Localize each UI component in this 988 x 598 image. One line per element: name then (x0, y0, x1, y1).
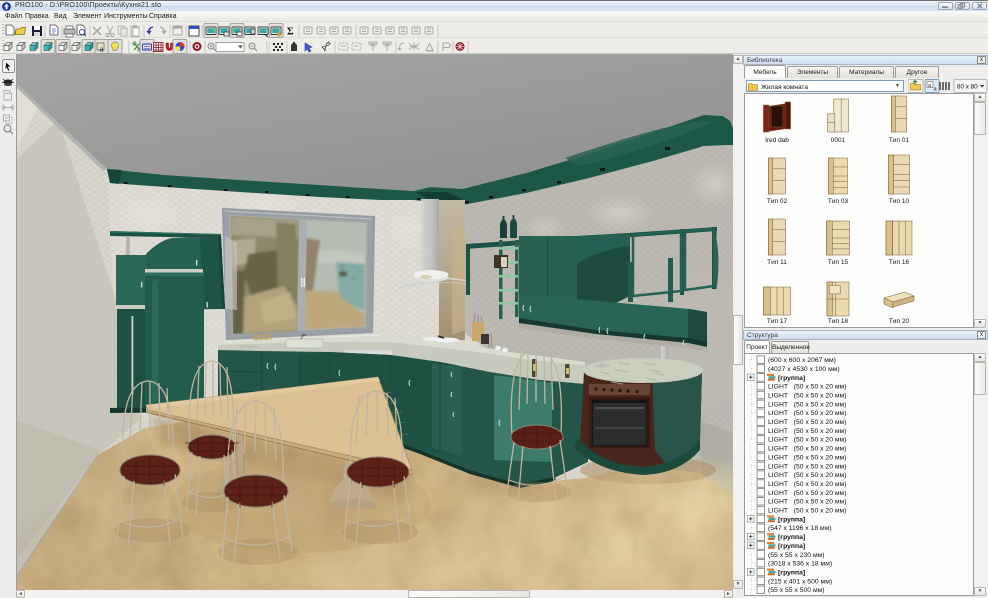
svg-text:Tип 03: Tип 03 (828, 198, 849, 205)
svg-text:LIGHT (50 x 50 x 20 мм): LIGHT (50 x 50 x 20 мм) (768, 490, 846, 497)
svg-text:(55 x 55 x 500 мм): (55 x 55 x 500 мм) (768, 587, 825, 594)
svg-text:Tип 02: Tип 02 (767, 198, 788, 205)
svg-text:Tип 16: Tип 16 (889, 259, 910, 266)
svg-text:LIGHT (50 x 50 x 20 мм): LIGHT (50 x 50 x 20 мм) (768, 393, 846, 400)
svg-text:[группа]: [группа] (778, 543, 805, 550)
svg-text:LIGHT (50 x 50 x 20 мм): LIGHT (50 x 50 x 20 мм) (768, 446, 846, 453)
svg-text:[группа]: [группа] (778, 534, 805, 541)
svg-text:LIGHT (50 x 50 x 20 мм): LIGHT (50 x 50 x 20 мм) (768, 428, 846, 435)
svg-text:LIGHT (50 x 50 x 20 мм): LIGHT (50 x 50 x 20 мм) (768, 384, 846, 391)
svg-text:Tип 01: Tип 01 (889, 137, 910, 144)
svg-text:(4027 x 4530 x 100 мм): (4027 x 4530 x 100 мм) (768, 366, 840, 373)
svg-text:Tип 10: Tип 10 (889, 198, 910, 205)
svg-text:[группа]: [группа] (778, 570, 805, 577)
svg-text:Σ: Σ (287, 27, 294, 38)
svg-text:(3018 x 536 x 18 мм): (3018 x 536 x 18 мм) (768, 561, 832, 568)
svg-text:LIGHT (50 x 50 x 20 мм): LIGHT (50 x 50 x 20 мм) (768, 410, 846, 417)
svg-text:Tип 15: Tип 15 (828, 259, 849, 266)
svg-text:Tип 20: Tип 20 (889, 318, 910, 325)
svg-text:LIGHT (50 x 50 x 20 мм): LIGHT (50 x 50 x 20 мм) (768, 481, 846, 488)
svg-text:Ired dab: Ired dab (765, 137, 789, 144)
svg-text:LIGHT (50 x 50 x 20 мм): LIGHT (50 x 50 x 20 мм) (768, 499, 846, 506)
svg-text:LIGHT (50 x 50 x 20 мм): LIGHT (50 x 50 x 20 мм) (768, 454, 846, 461)
svg-text:a: a (100, 47, 104, 54)
svg-text:[группа]: [группа] (778, 516, 805, 523)
svg-text:(215 x 401 x 500 мм): (215 x 401 x 500 мм) (768, 578, 832, 585)
svg-text:LIGHT (50 x 50 x 20 мм): LIGHT (50 x 50 x 20 мм) (768, 472, 846, 479)
svg-text:LIGHT (50 x 50 x 20 мм): LIGHT (50 x 50 x 20 мм) (768, 508, 846, 515)
svg-text:(55 x 55 x 230 мм): (55 x 55 x 230 мм) (768, 552, 825, 559)
svg-text:Tип 17: Tип 17 (767, 318, 788, 325)
svg-text:[группа]: [группа] (778, 375, 805, 382)
svg-text:(600 x 600 x 2067 мм): (600 x 600 x 2067 мм) (768, 357, 836, 364)
svg-text:LIGHT (50 x 50 x 20 мм): LIGHT (50 x 50 x 20 мм) (768, 419, 846, 426)
svg-text:Tип 18: Tип 18 (828, 318, 849, 325)
svg-text:LIGHT (50 x 50 x 20 мм): LIGHT (50 x 50 x 20 мм) (768, 437, 846, 444)
svg-text:LIGHT (50 x 50 x 20 мм): LIGHT (50 x 50 x 20 мм) (768, 463, 846, 470)
svg-text:LIGHT (50 x 50 x 20 мм): LIGHT (50 x 50 x 20 мм) (768, 401, 846, 408)
svg-text:0001: 0001 (831, 137, 846, 144)
svg-text:Tип 11: Tип 11 (767, 259, 787, 266)
svg-text:80 x 80: 80 x 80 (957, 83, 978, 90)
svg-text:(547 x 1196 x 18 мм): (547 x 1196 x 18 мм) (768, 525, 832, 532)
